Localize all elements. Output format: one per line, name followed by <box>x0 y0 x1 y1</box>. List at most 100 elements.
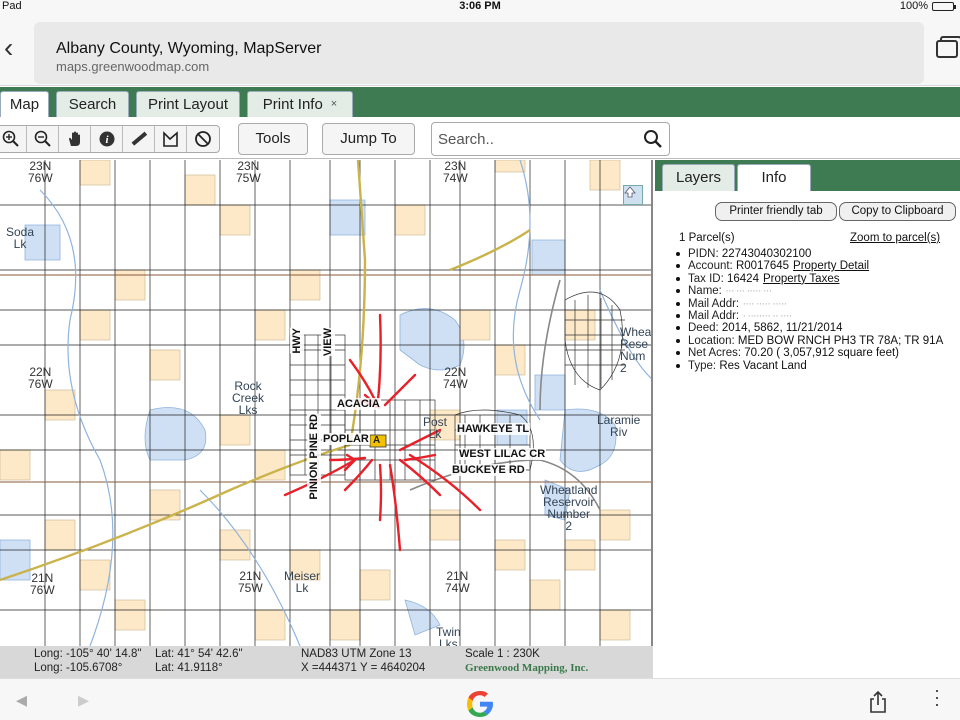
copy-to-clipboard-button[interactable]: Copy to Clipboard <box>839 202 956 221</box>
map-canvas[interactable]: 23N 76W 23N 75W 23N 74W 22N 76W 22N 74W 21N 76… <box>0 160 653 646</box>
tool-icon-group: i <box>0 125 220 153</box>
tab-search-label: Search <box>68 96 117 113</box>
field-mail-addr-1: Mail Addr: ···· ····· ····· <box>674 298 943 310</box>
parcel-field-list: PIDN: 22743040302100 Account: R0017645 Pr… <box>674 248 943 372</box>
map-label-township-21n-74w: 21N 74W <box>445 569 470 595</box>
field-label: Name: <box>688 285 722 298</box>
map-graphic <box>0 160 651 646</box>
latitude-decimal: Lat: 41.9118° <box>155 662 223 674</box>
map-label-soda-lake: Soda Lk <box>6 225 35 251</box>
field-account: Account: R0017645 Property Detail <box>674 260 943 272</box>
map-label-poplar: POPLAR <box>322 433 370 445</box>
page-title: Albany County, Wyoming, MapServer <box>56 40 322 57</box>
tabs-overview-icon[interactable] <box>936 36 960 58</box>
field-value: 2014, 5862, 11/21/2014 <box>721 322 843 335</box>
map-label-acacia: ACACIA <box>336 398 381 410</box>
property-taxes-link[interactable]: Property Taxes <box>763 273 840 285</box>
back-icon[interactable]: ◂ <box>16 687 27 713</box>
tab-info-label: Info <box>761 169 787 186</box>
battery-percent: 100% <box>899 0 928 12</box>
utm-xy: X =444371 Y = 4640204 <box>301 662 426 674</box>
address-bar[interactable]: Albany County, Wyoming, MapServer maps.g… <box>34 22 924 84</box>
map-label-west-lilac: WEST LILAC CR <box>458 448 547 460</box>
map-scale: Scale 1 : 230K <box>465 648 540 660</box>
field-tax-id: Tax ID: 16424 Property Taxes <box>674 273 943 285</box>
field-value-redacted: · ········ ·· ···· <box>742 310 792 323</box>
map-label-twin-lakes: Twin Lks <box>436 625 461 646</box>
browser-toolbar: ‹ Albany County, Wyoming, MapServer maps… <box>0 12 960 86</box>
search-icon[interactable] <box>643 129 663 154</box>
tab-print-info[interactable]: Print Info × <box>247 91 353 117</box>
tab-map[interactable]: Map <box>0 91 49 117</box>
field-label: Deed: <box>688 322 719 335</box>
property-detail-link[interactable]: Property Detail <box>793 260 869 272</box>
map-label-post-lake: Post Lk <box>423 415 448 441</box>
panel-tab-strip: Layers Info <box>655 160 960 191</box>
field-value-redacted: ··· ··· ····· ··· <box>725 285 772 298</box>
latitude-dms: Lat: 41° 54' 42.6" <box>155 648 243 660</box>
map-label-township-21n-75w: 21N 75W <box>238 569 263 595</box>
battery-icon <box>932 1 956 11</box>
info-icon[interactable]: i <box>91 126 123 152</box>
map-label-view: VIEW <box>321 328 335 357</box>
back-chevron-icon[interactable]: ‹ <box>4 34 13 62</box>
printer-friendly-button[interactable]: Printer friendly tab <box>715 202 837 221</box>
zoom-in-icon[interactable] <box>0 126 27 152</box>
zoom-out-icon[interactable] <box>27 126 59 152</box>
field-deed: Deed: 2014, 5862, 11/21/2014 <box>674 322 943 334</box>
tab-info[interactable]: Info <box>737 164 811 191</box>
side-panel: Layers Info Printer friendly tab Copy to… <box>655 160 960 678</box>
tab-layers[interactable]: Layers <box>662 164 735 191</box>
utm-datum: NAD83 UTM Zone 13 <box>301 648 412 660</box>
clear-icon[interactable] <box>187 126 219 152</box>
map-label-wheatland-reservoir: Wheatland Reservoir Number 2 <box>540 483 598 533</box>
map-label-hawkeye: HAWKEYE TL <box>456 423 531 435</box>
map-label-township-23n-75w: 23N 75W <box>236 160 261 185</box>
map-label-rock-creek-lakes: Rock Creek Lks <box>232 379 265 417</box>
tab-search[interactable]: Search <box>56 91 129 117</box>
close-tab-icon[interactable]: × <box>331 98 337 110</box>
tab-print-layout[interactable]: Print Layout <box>136 91 240 117</box>
tools-button[interactable]: Tools <box>238 123 308 155</box>
battery-status: 100% <box>899 0 956 12</box>
search-input[interactable] <box>438 127 638 151</box>
field-label: Tax ID: <box>688 272 724 285</box>
map-label-township-22n-74w: 22N 74W <box>443 365 468 391</box>
field-value: 70.20 ( 3,057,912 square feet) <box>744 347 899 360</box>
ios-status-bar: Pad 3:06 PM 100% <box>0 0 960 12</box>
tab-map-label: Map <box>9 96 40 113</box>
search-box <box>431 122 670 156</box>
field-pidn: PIDN: 22743040302100 <box>674 248 943 260</box>
field-label: Location: <box>688 334 735 347</box>
field-value: 22743040302100 <box>721 248 812 260</box>
field-value: Res Vacant Land <box>719 359 807 372</box>
more-options-icon[interactable]: · · · <box>930 681 944 713</box>
selected-parcel-marker[interactable]: A <box>373 435 380 447</box>
field-mail-addr-2: Mail Addr: · ········ ·· ···· <box>674 310 943 322</box>
measure-ruler-icon[interactable] <box>123 126 155 152</box>
map-label-township-23n-74w: 23N 74W <box>443 160 468 185</box>
map-label-buckeye: BUCKEYE RD <box>451 464 526 476</box>
field-location: Location: MED BOW RNCH PH3 TR 78A; TR 91… <box>674 335 943 347</box>
forward-icon[interactable]: ▸ <box>78 687 89 713</box>
measure-area-icon[interactable] <box>155 126 187 152</box>
zoom-to-parcel-link[interactable]: Zoom to parcel(s) <box>850 232 940 244</box>
jump-to-button[interactable]: Jump To <box>322 123 415 155</box>
share-icon[interactable] <box>868 690 888 718</box>
map-toolbar: i Tools Jump To <box>0 117 960 159</box>
map-coordinate-status: Long: -105° 40' 14.8" Lat: 41° 54' 42.6"… <box>0 646 653 678</box>
map-scroll-up-icon[interactable] <box>623 185 643 205</box>
field-label: Type: <box>688 359 717 372</box>
field-label: Account: <box>688 260 733 273</box>
field-name: Name: ··· ··· ····· ··· <box>674 285 943 297</box>
pan-hand-icon[interactable] <box>59 126 91 152</box>
field-label: Mail Addr: <box>688 310 740 323</box>
map-label-hwy: HWY <box>290 328 304 354</box>
tab-layers-label: Layers <box>675 169 722 186</box>
browser-bottom-bar: ◂ ▸ · · · <box>0 678 960 720</box>
tab-print-layout-label: Print Layout <box>147 96 229 113</box>
google-logo-icon[interactable] <box>464 688 496 720</box>
map-label-township-21n-76w: 21N 76W <box>30 571 55 597</box>
tab-print-info-label: Print Info <box>262 96 323 113</box>
clock: 3:06 PM <box>459 0 501 12</box>
